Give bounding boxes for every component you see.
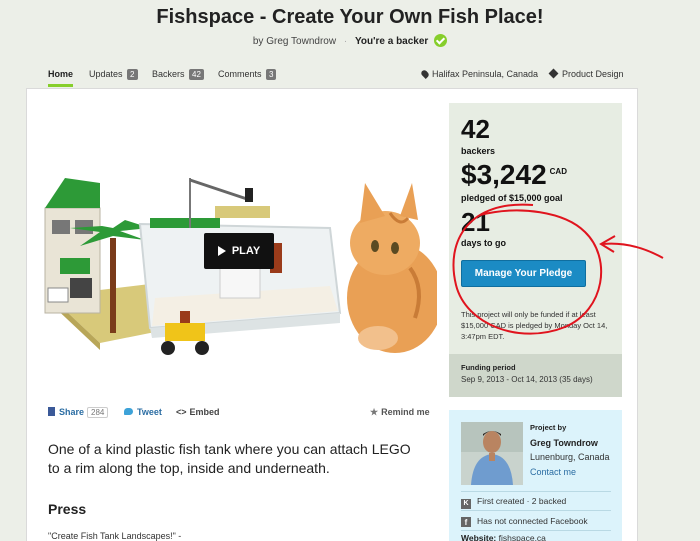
creator-website: Website: fishspace.ca <box>461 533 546 541</box>
pledged-amount: $3,242 CAD <box>461 159 567 191</box>
share-count: 284 <box>87 407 109 418</box>
backers-label: backers <box>461 146 496 156</box>
tag-icon <box>548 68 559 79</box>
backers-count: 42 <box>461 114 490 144</box>
history-label: First created · 2 backed <box>477 496 567 506</box>
location-label: Halifax Peninsula, Canada <box>432 69 539 79</box>
tab-label: Home <box>48 69 74 79</box>
divider <box>461 530 611 531</box>
project-title: Fishspace - Create Your Own Fish Place! <box>156 6 544 28</box>
divider <box>461 491 611 492</box>
tweet-button[interactable]: Tweet <box>124 407 162 417</box>
tab-backers[interactable]: Backers 42 <box>152 69 204 80</box>
funding-note: This project will only be funded if at l… <box>461 310 608 341</box>
tab-label: Backers <box>152 69 185 79</box>
embed-button[interactable]: <> Embed <box>176 407 220 417</box>
embed-label: Embed <box>189 407 220 417</box>
funding-period-panel: Funding period Sep 9, 2013 - Oct 14, 201… <box>449 354 622 397</box>
creator-location: Lunenburg, Canada <box>530 452 610 462</box>
share-label: Share <box>59 407 85 417</box>
tab-label: Updates <box>89 69 123 79</box>
pledged-currency: CAD <box>549 167 567 176</box>
press-heading: Press <box>48 501 87 517</box>
pledged-value: $3,242 <box>461 159 547 190</box>
location-pin-icon <box>420 69 430 79</box>
days-label: days to go <box>461 238 507 248</box>
funding-period-dates: Sep 9, 2013 - Oct 14, 2013 (35 days) <box>461 375 593 384</box>
facebook-icon <box>48 407 55 416</box>
website-link[interactable]: fishspace.ca <box>499 533 546 541</box>
project-location[interactable]: Halifax Peninsula, Canada <box>420 69 539 79</box>
remind-label: Remind me <box>381 407 430 417</box>
play-button[interactable]: PLAY <box>204 233 274 269</box>
manage-pledge-button[interactable]: Manage Your Pledge <box>461 260 586 287</box>
category-label: Product Design <box>562 69 624 79</box>
star-icon: ★ <box>370 407 379 417</box>
facebook-icon: f <box>461 517 471 527</box>
project-nav: Home Updates 2 Backers 42 Comments 3 Hal… <box>0 66 700 88</box>
remind-me-button[interactable]: ★ Remind me <box>370 407 430 418</box>
play-icon <box>217 246 226 256</box>
avatar[interactable] <box>461 422 523 485</box>
byline: by Greg Towndrow · You're a backer <box>0 34 700 47</box>
facebook-status: Has not connected Facebook <box>477 516 588 526</box>
check-icon <box>434 34 448 47</box>
play-label: PLAY <box>231 245 261 257</box>
twitter-icon <box>124 408 133 415</box>
press-quote: "Create Fish Tank Landscapes!" - <box>48 531 182 541</box>
tab-home[interactable]: Home <box>48 69 74 87</box>
divider <box>461 510 611 511</box>
separator: · <box>343 36 348 47</box>
creator-panel: Project by Greg Towndrow Lunenburg, Cana… <box>449 410 622 541</box>
tab-count: 2 <box>127 69 138 80</box>
contact-me-link[interactable]: Contact me <box>530 467 576 477</box>
project-video[interactable]: PLAY <box>40 128 443 368</box>
project-category[interactable]: Product Design <box>548 68 624 79</box>
tab-updates[interactable]: Updates 2 <box>89 69 138 80</box>
project-blurb: One of a kind plastic fish tank where yo… <box>48 441 411 476</box>
pledged-label: pledged of $15,000 goal <box>461 193 563 203</box>
stats-panel: 42 backers $3,242 CAD pledged of $15,000 … <box>449 103 622 369</box>
funding-period-label: Funding period <box>461 363 516 372</box>
creator-name[interactable]: Greg Towndrow <box>530 438 598 448</box>
days-count: 21 <box>461 207 490 237</box>
website-label: Website: <box>461 533 497 541</box>
avatar-photo <box>461 422 523 485</box>
backer-status: You're a backer <box>354 36 429 47</box>
code-icon: <> <box>176 407 187 417</box>
tab-comments[interactable]: Comments 3 <box>218 69 277 80</box>
kickstarter-icon: K <box>461 499 471 509</box>
creator-byline[interactable]: by Greg Towndrow <box>253 36 336 47</box>
tab-label: Comments <box>218 69 262 79</box>
tab-count: 42 <box>189 69 204 80</box>
creator-facebook: f Has not connected Facebook <box>461 516 588 527</box>
creator-caption: Project by <box>530 423 567 432</box>
creator-history[interactable]: K First created · 2 backed <box>461 496 566 509</box>
tweet-label: Tweet <box>137 407 162 417</box>
facebook-share-button[interactable]: Share 284 <box>48 407 109 418</box>
tab-count: 3 <box>266 69 277 80</box>
